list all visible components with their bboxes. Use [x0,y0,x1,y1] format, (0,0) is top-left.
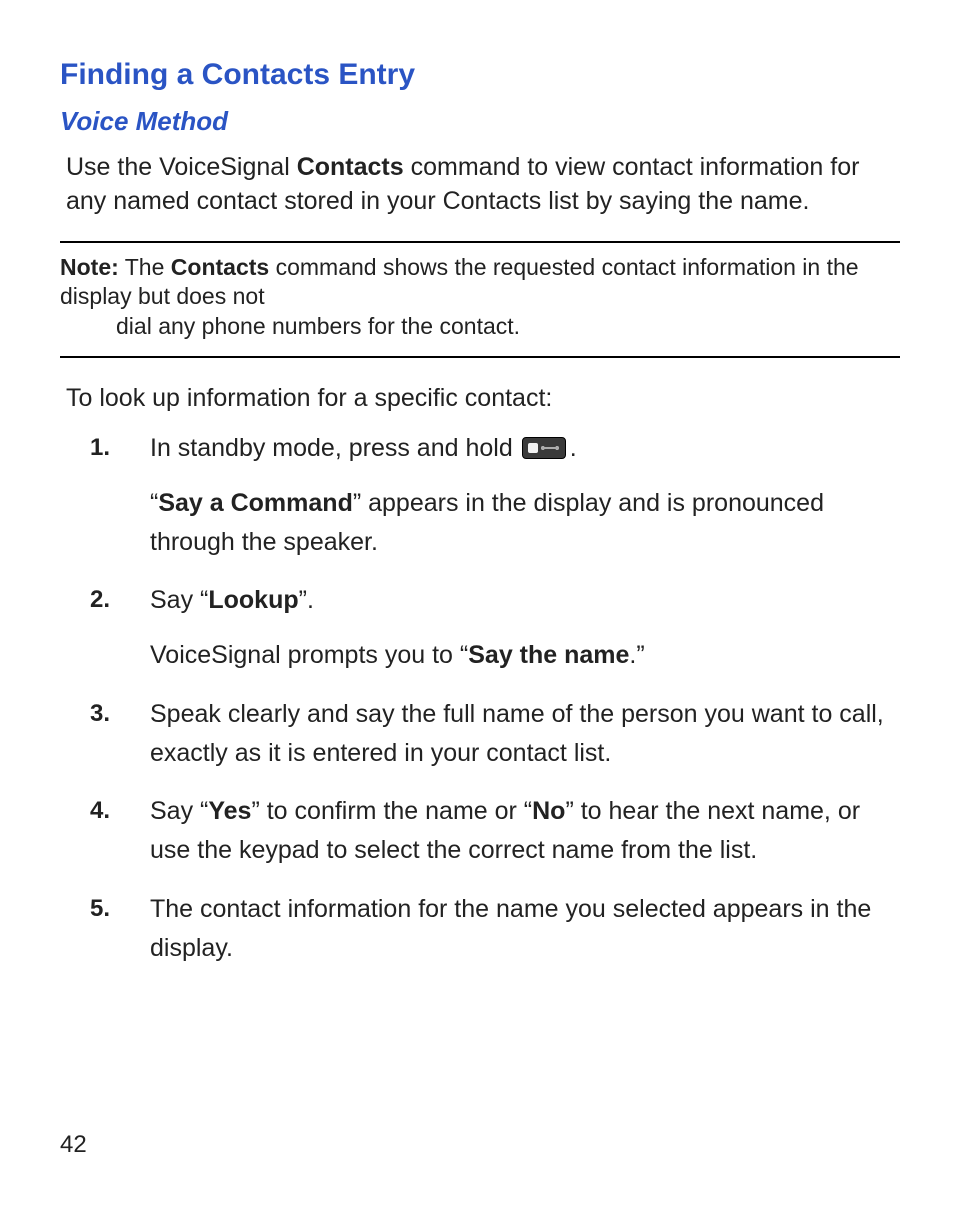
step-3: Speak clearly and say the full name of t… [90,695,900,773]
step2-bold: Lookup [208,586,298,614]
note-line1-pre: The [119,254,171,280]
intro-paragraph: Use the VoiceSignal Contacts command to … [66,151,900,219]
step2-text-a: Say “ [150,586,208,614]
step4-mid: ” to confirm the name or “ [251,797,532,825]
step-2: Say “Lookup”. VoiceSignal prompts you to… [90,581,900,675]
step4-bold2: No [532,797,565,825]
intro-text-pre: Use the VoiceSignal [66,153,297,181]
page-number: 42 [60,1131,87,1159]
step2-sub-post: .” [629,641,644,669]
step1-sub-bold: Say a Command [158,489,353,517]
step2-text-b: ”. [299,586,314,614]
note-line2: dial any phone numbers for the contact. [116,312,900,342]
step-5: The contact information for the name you… [90,890,900,968]
step4-text-a: Say “ [150,797,208,825]
note-line1-bold: Contacts [171,254,269,280]
step1-sub: “Say a Command” appears in the display a… [150,484,900,562]
zero-key-icon [522,437,566,459]
step2-sub: VoiceSignal prompts you to “Say the name… [150,636,900,675]
intro-bold: Contacts [297,153,404,181]
step4-bold1: Yes [208,797,251,825]
note-block: Note: The Contacts command shows the req… [60,241,900,359]
step3-text: Speak clearly and say the full name of t… [150,700,884,767]
step2-sub-bold: Say the name [468,641,629,669]
section-heading: Finding a Contacts Entry [60,58,900,92]
lead-sentence: To look up information for a specific co… [66,384,900,413]
step2-sub-pre: VoiceSignal prompts you to “ [150,641,468,669]
step1-text-a: In standby mode, press and hold [150,434,520,462]
step-1: In standby mode, press and hold . “Say a… [90,429,900,561]
steps-list: In standby mode, press and hold . “Say a… [60,429,900,967]
note-label: Note: [60,254,119,280]
step1-text-b: . [570,434,577,462]
subsection-heading: Voice Method [60,106,900,137]
note-text: Note: The Contacts command shows the req… [60,253,900,343]
step5-text: The contact information for the name you… [150,895,871,962]
step-4: Say “Yes” to confirm the name or “No” to… [90,792,900,870]
